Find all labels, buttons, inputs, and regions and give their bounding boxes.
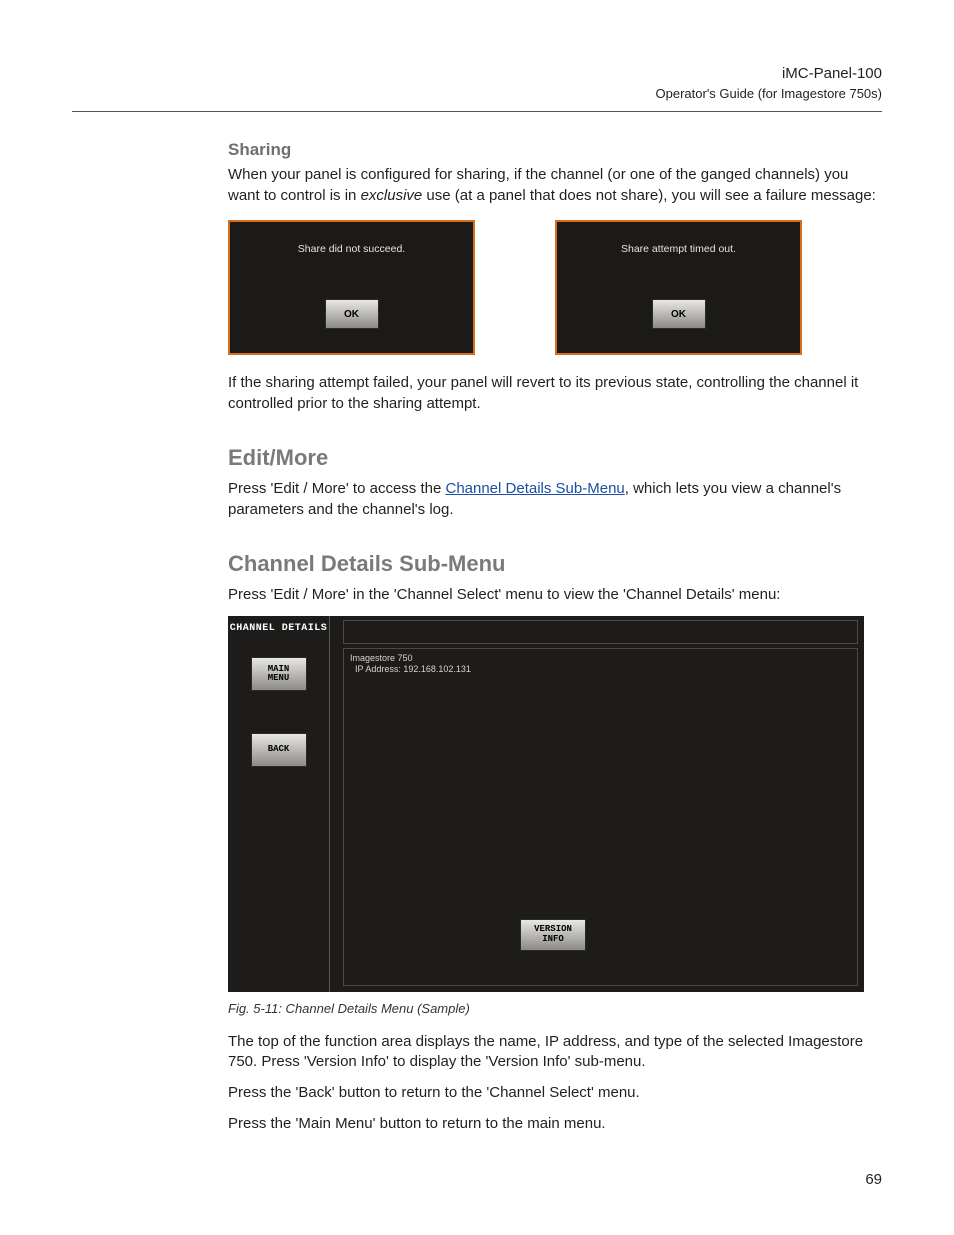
channel-details-p1: The top of the function area displays th…: [228, 1032, 882, 1073]
edit-more-heading: Edit/More: [228, 443, 882, 473]
ok-button[interactable]: OK: [652, 299, 706, 329]
sharing-heading: Sharing: [228, 138, 882, 161]
panel-topbar: [343, 620, 858, 644]
channel-details-link[interactable]: Channel Details Sub-Menu: [445, 480, 624, 497]
page-number: 69: [865, 1170, 882, 1191]
panel-main: Imagestore 750 IP Address: 192.168.102.1…: [343, 620, 858, 986]
sharing-para-2: If the sharing attempt failed, your pane…: [228, 373, 882, 414]
channel-details-panel: CHANNEL DETAILS MAIN MENU BACK Imagestor…: [228, 616, 864, 992]
channel-details-p2: Press the 'Back' button to return to the…: [228, 1083, 882, 1104]
share-timeout-message: Share attempt timed out.: [557, 242, 800, 256]
header-title: iMC-Panel-100: [72, 64, 882, 85]
header-subtitle: Operator's Guide (for Imagestore 750s): [72, 85, 882, 103]
header-rule: [72, 111, 882, 112]
sharing-para-1: When your panel is configured for sharin…: [228, 165, 882, 206]
failure-dialogs: Share did not succeed. OK Share attempt …: [228, 220, 882, 355]
version-info-button[interactable]: VERSION INFO: [520, 919, 586, 951]
channel-details-p3: Press the 'Main Menu' button to return t…: [228, 1114, 882, 1135]
figure-caption: Fig. 5-11: Channel Details Menu (Sample): [228, 1000, 882, 1018]
share-timeout-dialog: Share attempt timed out. OK: [555, 220, 802, 355]
ok-button[interactable]: OK: [325, 299, 379, 329]
channel-info-text: Imagestore 750 IP Address: 192.168.102.1…: [350, 653, 471, 676]
main-menu-button[interactable]: MAIN MENU: [251, 657, 307, 691]
channel-details-intro: Press 'Edit / More' in the 'Channel Sele…: [228, 585, 882, 606]
running-header: iMC-Panel-100 Operator's Guide (for Imag…: [72, 64, 882, 103]
panel-sidebar: CHANNEL DETAILS MAIN MENU BACK: [228, 616, 330, 992]
edit-more-para: Press 'Edit / More' to access the Channe…: [228, 479, 882, 520]
share-failed-dialog: Share did not succeed. OK: [228, 220, 475, 355]
panel-body: Imagestore 750 IP Address: 192.168.102.1…: [343, 648, 858, 986]
back-button[interactable]: BACK: [251, 733, 307, 767]
channel-details-heading: Channel Details Sub-Menu: [228, 549, 882, 579]
panel-title: CHANNEL DETAILS: [228, 622, 329, 636]
share-failed-message: Share did not succeed.: [230, 242, 473, 256]
